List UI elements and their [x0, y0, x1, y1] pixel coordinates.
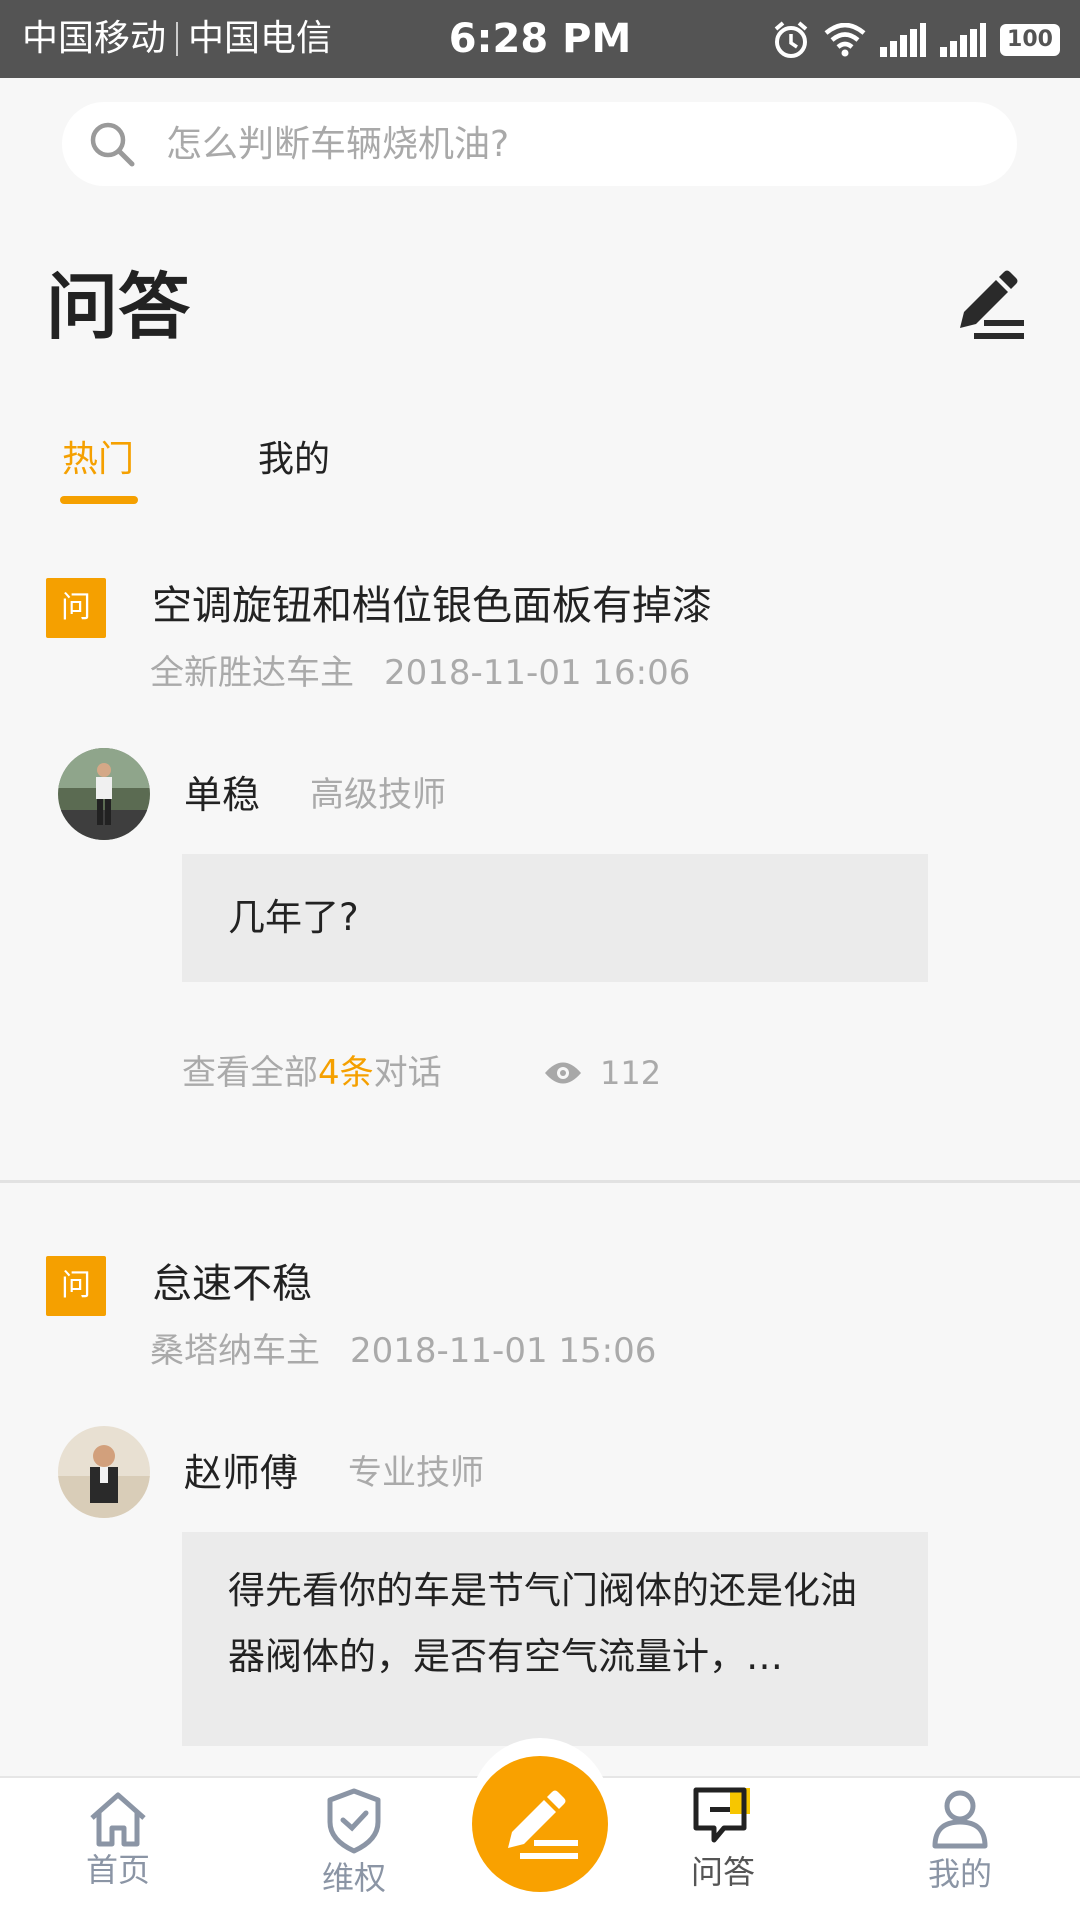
question-meta: 全新胜达车主 2018-11-01 16:06: [150, 650, 690, 696]
answerer-name: 单稳: [184, 773, 261, 817]
search-bar[interactable]: [62, 102, 1017, 186]
answerer-role: 高级技师: [310, 775, 446, 815]
active-tab-indicator: [60, 496, 138, 504]
eye-icon: [545, 1062, 581, 1084]
view-count-value: 112: [600, 1054, 662, 1092]
card-divider: [0, 1180, 1080, 1183]
question-meta: 桑塔纳车主 2018-11-01 15:06: [150, 1328, 656, 1374]
home-icon: [90, 1792, 146, 1847]
qa-chat-icon: [693, 1787, 750, 1843]
shield-icon: [327, 1788, 381, 1854]
nav-label: 问答: [690, 1853, 755, 1891]
answerer-role: 专业技师: [348, 1453, 484, 1493]
compose-icon[interactable]: [950, 270, 1030, 342]
question-title[interactable]: 怠速不稳: [152, 1256, 312, 1312]
nav-qa[interactable]: 问答: [643, 1778, 803, 1920]
signal-1-icon: [880, 23, 926, 57]
question-badge: 问: [46, 578, 106, 638]
answer-text: 几年了?: [228, 896, 359, 939]
view-all-prefix: 查看全部: [182, 1053, 318, 1093]
page-title: 问答: [46, 265, 191, 349]
nav-rights[interactable]: 维权: [274, 1778, 434, 1920]
search-input[interactable]: [166, 102, 986, 186]
tab-mine[interactable]: 我的: [258, 432, 330, 488]
person-icon: [932, 1790, 988, 1849]
nav-home[interactable]: 首页: [38, 1778, 198, 1920]
nav-label: 首页: [85, 1851, 150, 1889]
view-count: 112: [544, 1048, 661, 1098]
question-badge: 问: [46, 1256, 106, 1316]
status-icons: 100: [772, 18, 1060, 62]
alarm-icon: [774, 21, 808, 58]
answer-text: 得先看你的车是节气门阀体的还是化油器阀体的，是否有空气流量计，…: [228, 1569, 857, 1678]
avatar[interactable]: [58, 748, 150, 840]
question-owner: 桑塔纳车主: [150, 1331, 320, 1371]
avatar-photo: [58, 1426, 150, 1518]
answer-bubble[interactable]: 得先看你的车是节气门阀体的还是化油器阀体的，是否有空气流量计，…: [182, 1532, 928, 1746]
nav-mine[interactable]: 我的: [880, 1778, 1040, 1920]
nav-label: 我的: [927, 1855, 992, 1893]
tab-hot[interactable]: 热门: [62, 432, 134, 488]
question-date: 2018-11-01 15:06: [350, 1331, 657, 1371]
answerer-name: 赵师傅: [184, 1451, 299, 1495]
answer-bubble[interactable]: 几年了?: [182, 854, 928, 982]
nav-label: 维权: [321, 1859, 386, 1897]
compose-fab-button[interactable]: [472, 1756, 608, 1892]
avatar[interactable]: [58, 1426, 150, 1518]
compose-icon: [508, 1790, 578, 1859]
battery-icon: 100: [1000, 24, 1060, 56]
question-owner: 全新胜达车主: [150, 653, 354, 693]
question-title[interactable]: 空调旋钮和档位银色面板有掉漆: [152, 578, 712, 634]
view-all-suffix: 对话: [373, 1053, 442, 1093]
question-date: 2018-11-01 16:06: [384, 653, 691, 693]
wifi-icon: [824, 23, 866, 57]
search-icon: [90, 122, 135, 167]
avatar-photo: [58, 748, 150, 840]
signal-2-icon: [940, 23, 986, 57]
status-bar: 中国移动 中国电信 6:28 PM 100: [0, 0, 1080, 78]
conversation-count: 4条: [318, 1053, 374, 1093]
view-all-link[interactable]: 查看全部4条对话: [182, 1048, 442, 1098]
